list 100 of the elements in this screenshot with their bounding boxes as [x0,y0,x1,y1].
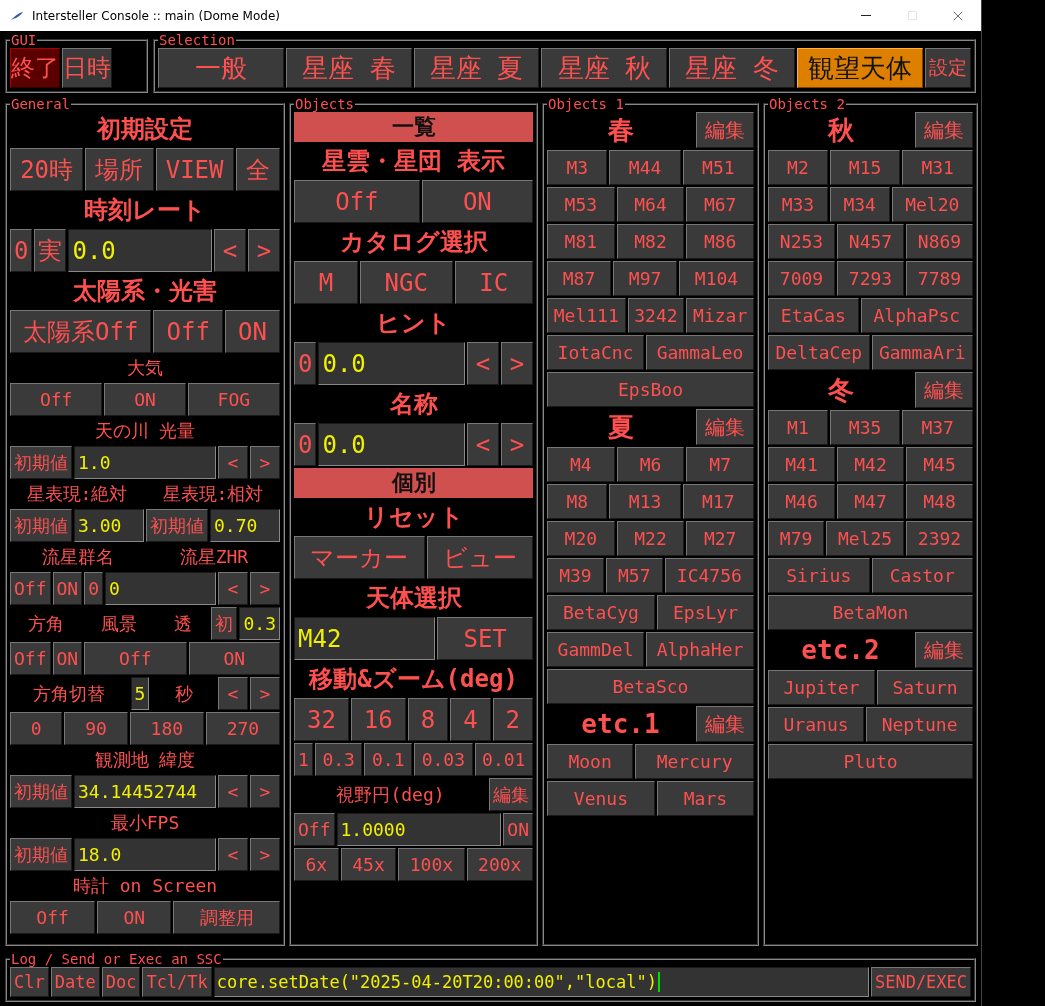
step-button[interactable]: < [214,229,246,272]
toolbar-button[interactable]: 終了 [10,48,60,88]
step-button[interactable]: > [250,838,280,871]
option-button[interactable]: M17 [682,484,754,519]
option-button[interactable]: M53 [547,187,615,222]
option-button[interactable]: BetaMon [768,595,973,630]
option-button[interactable]: Saturn [876,670,973,705]
option-button[interactable]: NGC [359,261,453,304]
option-button[interactable]: M48 [906,484,973,519]
option-button[interactable]: M46 [768,484,835,519]
option-button[interactable]: ON [104,383,186,416]
option-button[interactable]: 初期値 [10,838,72,871]
option-button[interactable]: M31 [902,150,973,185]
tab[interactable]: 観望天体 [797,48,923,88]
option-button[interactable]: M20 [547,521,615,556]
option-button[interactable]: ON [224,310,280,353]
option-button[interactable]: 全 [235,148,280,191]
option-button[interactable]: M67 [686,187,754,222]
edit-button[interactable]: 編集 [915,632,973,668]
option-button[interactable]: 45x [340,848,397,881]
option-button[interactable]: M82 [616,224,685,259]
value-field[interactable]: 34.14452744 [74,775,216,808]
step-button[interactable]: < [218,775,248,808]
option-button[interactable]: Pluto [768,744,973,779]
option-button[interactable]: 270 [205,712,280,745]
option-button[interactable]: 太陽系Off [10,310,152,353]
option-button[interactable]: M86 [686,224,754,259]
edit-button[interactable]: 編集 [696,112,754,148]
option-button[interactable]: 場所 [85,148,154,191]
option-button[interactable]: M45 [906,447,973,482]
option-button[interactable]: M79 [768,521,825,556]
option-button[interactable]: N253 [768,224,835,259]
option-button[interactable]: M34 [829,187,890,222]
option-button[interactable]: 0.3 [314,743,363,776]
step-button[interactable]: > [501,342,533,385]
option-button[interactable]: 初期値 [146,509,208,542]
option-button[interactable]: Mel20 [891,187,973,222]
option-button[interactable]: GammDel [547,632,645,667]
edit-button[interactable]: 編集 [696,409,754,445]
step-button[interactable]: < [218,677,248,710]
option-button[interactable]: 編集 [489,778,533,811]
option-button[interactable]: 100x [398,848,465,881]
option-button[interactable]: 初期値 [10,775,72,808]
option-button[interactable]: Moon [547,744,634,779]
option-button[interactable]: M27 [686,521,754,556]
option-button[interactable]: M2 [768,150,828,185]
option-button[interactable]: ON [503,813,533,846]
option-button[interactable]: BetaCyg [547,595,655,630]
command-field[interactable]: core.setDate("2025-04-20T20:00:00","local") [213,967,869,997]
option-button[interactable]: M87 [547,261,612,296]
option-button[interactable]: Off [153,310,223,353]
step-button[interactable]: < [467,342,499,385]
option-button[interactable]: IC4756 [664,558,754,593]
option-button[interactable]: M57 [605,558,663,593]
option-button[interactable]: IotaCnc [547,335,645,370]
option-button[interactable]: ON [97,901,172,934]
option-button[interactable]: M35 [829,410,901,445]
option-button[interactable]: 初期値 [10,446,72,479]
option-button[interactable]: ON [421,180,533,223]
option-button[interactable]: 初期値 [10,509,72,542]
option-button[interactable]: 32 [294,698,349,741]
option-button[interactable]: Jupiter [768,670,875,705]
option-button[interactable]: 20時 [10,148,84,191]
tab[interactable]: 設定 [924,48,971,88]
value-field[interactable]: 0.70 [210,509,280,542]
option-button[interactable]: DeltaCep [768,335,870,370]
option-button[interactable]: SET [437,617,533,660]
step-button[interactable]: < [467,423,499,466]
option-button[interactable]: M8 [547,484,608,519]
option-button[interactable]: M64 [616,187,685,222]
option-button[interactable]: M7 [686,447,754,482]
option-button[interactable]: N457 [837,224,904,259]
option-button[interactable]: 7293 [837,261,904,296]
option-button[interactable]: M15 [829,150,901,185]
option-button[interactable]: 実 [34,229,67,272]
value-field[interactable]: 0 [105,572,216,605]
option-button[interactable]: BetaSco [547,669,754,704]
option-button[interactable]: Off [10,901,96,934]
step-button[interactable]: < [218,446,248,479]
option-button[interactable]: EtaCas [768,298,859,333]
value-field[interactable]: 3.00 [74,509,144,542]
option-button[interactable]: 3242 [627,298,685,333]
option-button[interactable]: Off [84,642,187,675]
option-button[interactable]: 0.1 [364,743,413,776]
step-button[interactable]: > [250,446,280,479]
option-button[interactable]: 0 [84,572,104,605]
option-button[interactable]: 200x [466,848,533,881]
step-button[interactable]: > [250,677,280,710]
option-button[interactable]: M13 [609,484,681,519]
option-button[interactable]: M44 [609,150,681,185]
option-button[interactable]: 初 [211,607,238,640]
option-button[interactable]: FOG [187,383,280,416]
tab[interactable]: 星座 冬 [669,48,796,88]
option-button[interactable]: EpsLyr [656,595,754,630]
toolbar-button[interactable]: Clr [10,967,49,997]
option-button[interactable]: M1 [768,410,828,445]
option-button[interactable]: M97 [613,261,678,296]
option-button[interactable]: ON [52,642,83,675]
option-button[interactable]: M42 [837,447,904,482]
option-button[interactable]: Off [10,642,51,675]
